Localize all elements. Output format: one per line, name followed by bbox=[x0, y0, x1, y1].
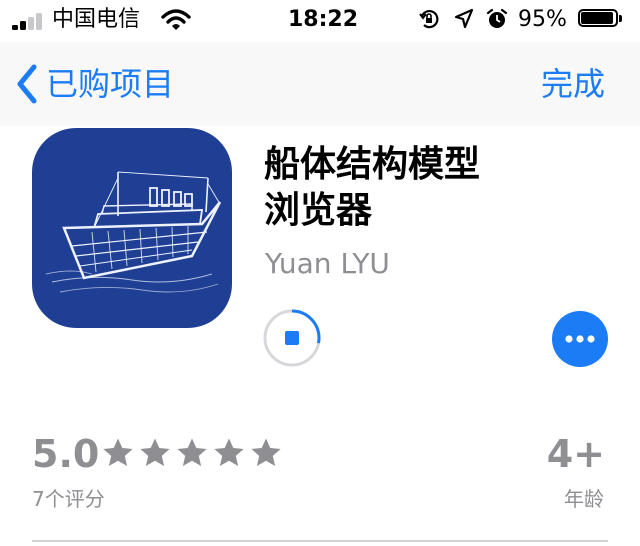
ellipsis-icon bbox=[565, 335, 595, 343]
age-rating-label: 年龄 bbox=[564, 487, 604, 511]
clock-time: 18:22 bbox=[288, 7, 359, 32]
chevron-left-icon bbox=[17, 64, 37, 104]
star-icon bbox=[103, 438, 133, 466]
back-button-label: 已购项目 bbox=[46, 65, 175, 103]
status-bar: 中国电信 18:22 95% bbox=[0, 0, 640, 40]
star-icon bbox=[140, 438, 170, 466]
alarm-icon bbox=[486, 8, 508, 28]
rating-value: 5.0 bbox=[32, 432, 100, 476]
more-options-button[interactable] bbox=[552, 311, 608, 367]
star-icon bbox=[177, 438, 207, 466]
done-button[interactable]: 完成 bbox=[541, 62, 605, 106]
star-icon bbox=[214, 438, 244, 466]
signal-icon bbox=[12, 12, 48, 30]
carrier-name: 中国电信 bbox=[52, 7, 141, 32]
age-rating-value: 4+ bbox=[546, 432, 605, 476]
orientation-lock-icon bbox=[419, 9, 439, 29]
download-progress-button[interactable] bbox=[262, 308, 322, 368]
app-icon bbox=[32, 128, 232, 328]
wifi-icon bbox=[161, 9, 191, 30]
battery-percent: 95% bbox=[518, 7, 567, 32]
app-title: 船体结构模型 浏览器 bbox=[264, 144, 481, 231]
ship-sketch-icon bbox=[45, 171, 222, 293]
divider bbox=[32, 540, 608, 542]
developer-name[interactable]: Yuan LYU bbox=[265, 246, 390, 282]
back-button[interactable]: 已购项目 bbox=[16, 62, 174, 106]
stop-icon bbox=[285, 331, 299, 345]
navigation-bar: 已购项目 完成 bbox=[0, 42, 640, 126]
location-icon bbox=[454, 8, 474, 29]
star-rating bbox=[102, 437, 287, 469]
battery-icon bbox=[578, 9, 624, 29]
rating-count: 7个评分 bbox=[32, 487, 105, 511]
star-icon bbox=[251, 438, 281, 466]
